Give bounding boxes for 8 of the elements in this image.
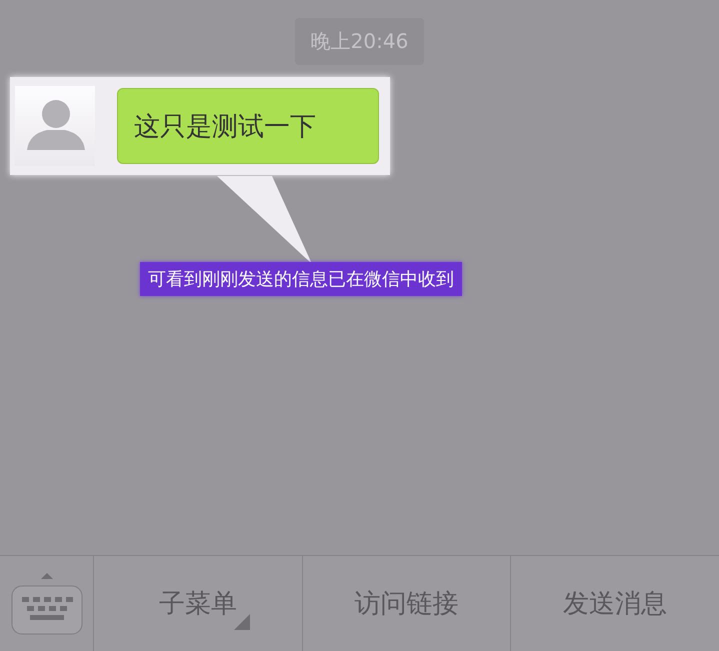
menu-button[interactable]: 子菜单 xyxy=(94,556,303,651)
submenu-icon xyxy=(234,614,250,630)
keyboard-icon xyxy=(10,570,84,636)
menu-button[interactable]: 发送消息 xyxy=(511,556,719,651)
avatar-icon xyxy=(15,86,95,166)
menu-button[interactable]: 访问链接 xyxy=(302,556,512,651)
annotation-label: 可看到刚刚发送的信息已在微信中收到 xyxy=(140,262,462,296)
message-bubble: 这只是测试一下 xyxy=(117,88,379,164)
